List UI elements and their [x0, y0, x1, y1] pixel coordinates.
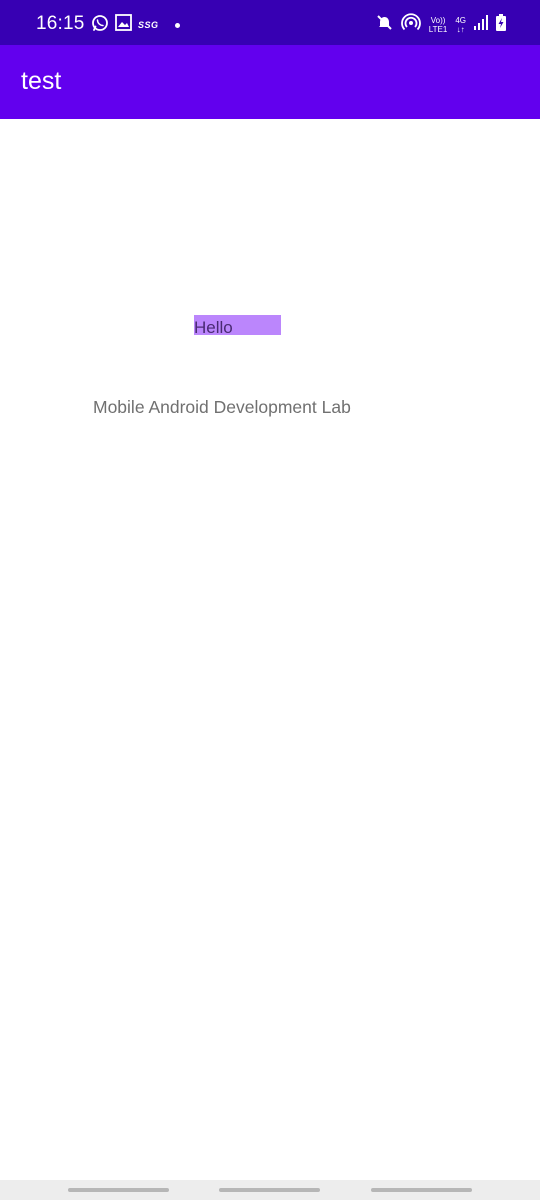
mute-icon — [376, 14, 393, 36]
back-gesture-handle[interactable] — [371, 1188, 472, 1192]
status-right-icons: Vo)) LTE1 4G ↓↑ — [376, 12, 506, 38]
app-bar: test — [0, 45, 540, 119]
volte-bottom-label: LTE1 — [428, 25, 448, 34]
ssg-icon: SSG — [138, 20, 159, 30]
status-bar: 16:15 SSG Vo)) LTE1 4G ↓↑ — [0, 0, 540, 45]
navigation-bar — [0, 1180, 540, 1200]
network-bottom-label: ↓↑ — [456, 25, 465, 34]
recents-gesture-handle[interactable] — [68, 1188, 169, 1192]
gallery-icon — [115, 14, 132, 36]
status-time: 16:15 — [36, 13, 85, 34]
battery-charging-icon — [496, 14, 506, 36]
hello-text-view: Hello — [194, 315, 281, 337]
app-title: test — [21, 67, 62, 95]
network-4g-icon: 4G ↓↑ — [455, 16, 466, 34]
whatsapp-icon — [91, 14, 109, 37]
notification-dot-icon — [174, 22, 180, 28]
signal-icon — [474, 15, 488, 35]
network-top-label: 4G — [455, 16, 466, 25]
status-left-icons: SSG — [91, 14, 180, 37]
home-gesture-handle[interactable] — [219, 1188, 320, 1192]
lab-text-view: Mobile Android Development Lab — [93, 397, 351, 417]
hotspot-icon — [400, 12, 421, 38]
volte-top-label: Vo)) — [430, 16, 446, 25]
volte-icon: Vo)) LTE1 — [429, 16, 448, 34]
